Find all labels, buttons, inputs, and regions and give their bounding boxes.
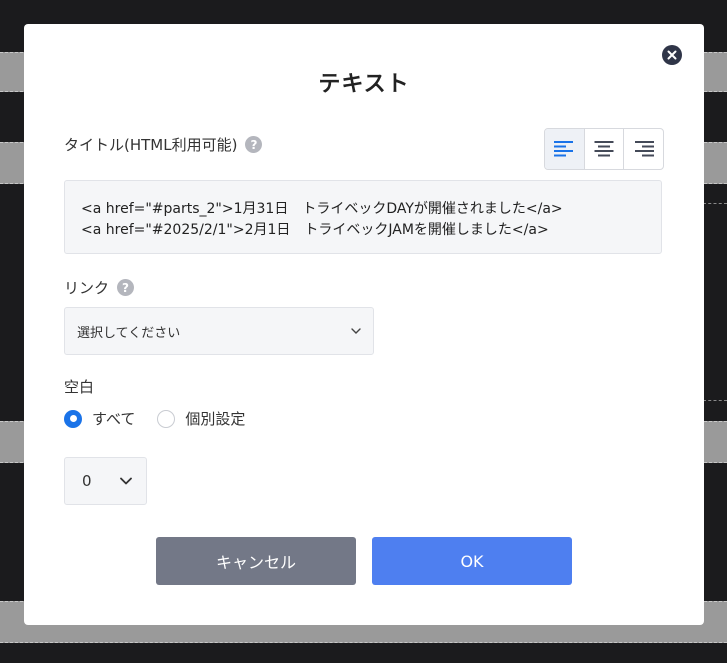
align-center-button[interactable] bbox=[585, 129, 625, 169]
cancel-button[interactable]: キャンセル bbox=[156, 537, 356, 585]
title-textarea[interactable]: <a href="#parts_2">1月31日 トライベックDAYが開催されま… bbox=[64, 180, 662, 254]
align-right-button[interactable] bbox=[624, 129, 663, 169]
background-divider bbox=[703, 203, 727, 204]
radio-label: 個別設定 bbox=[185, 410, 246, 428]
spacing-label-row: 空白 bbox=[64, 376, 94, 397]
link-field-label-row: リンク ? bbox=[64, 277, 135, 298]
align-right-icon bbox=[634, 141, 654, 157]
align-center-icon bbox=[594, 141, 614, 157]
spacing-select-value: 0 bbox=[82, 472, 92, 490]
chevron-down-icon bbox=[351, 328, 361, 334]
chevron-down-icon bbox=[120, 477, 132, 485]
background-divider bbox=[703, 400, 727, 401]
link-select-value: 選択してください bbox=[77, 325, 181, 341]
help-icon[interactable]: ? bbox=[117, 279, 135, 296]
modal-title: テキスト bbox=[318, 72, 410, 97]
title-field-label: タイトル(HTML利用可能) bbox=[64, 136, 238, 154]
align-left-button[interactable] bbox=[545, 129, 585, 169]
spacing-radio-group: すべて 個別設定 bbox=[64, 408, 267, 429]
ok-button[interactable]: OK bbox=[372, 537, 572, 585]
align-left-icon bbox=[554, 141, 574, 157]
radio-label: すべて bbox=[92, 410, 136, 428]
radio-individual[interactable]: 個別設定 bbox=[157, 408, 245, 429]
title-line: <a href="#2025/2/1">2月1日 トライベックJAMを開催しまし… bbox=[81, 222, 549, 238]
text-settings-modal: テキスト タイトル(HTML利用可能) ? <a href="#parts_2"… bbox=[24, 24, 704, 625]
spacing-select[interactable]: 0 bbox=[64, 457, 147, 505]
link-select[interactable]: 選択してください bbox=[64, 307, 374, 355]
radio-button-unchecked[interactable] bbox=[157, 409, 176, 428]
link-field-label: リンク bbox=[64, 279, 110, 297]
radio-all[interactable]: すべて bbox=[64, 408, 135, 429]
help-icon[interactable]: ? bbox=[245, 136, 263, 153]
alignment-control bbox=[544, 128, 664, 170]
spacing-label: 空白 bbox=[64, 378, 95, 396]
close-icon bbox=[667, 50, 677, 60]
radio-button-checked[interactable] bbox=[64, 409, 82, 428]
title-field-label-row: タイトル(HTML利用可能) ? bbox=[64, 134, 263, 155]
close-button[interactable] bbox=[662, 45, 682, 65]
title-line: <a href="#parts_2">1月31日 トライベックDAYが開催されま… bbox=[81, 201, 563, 217]
